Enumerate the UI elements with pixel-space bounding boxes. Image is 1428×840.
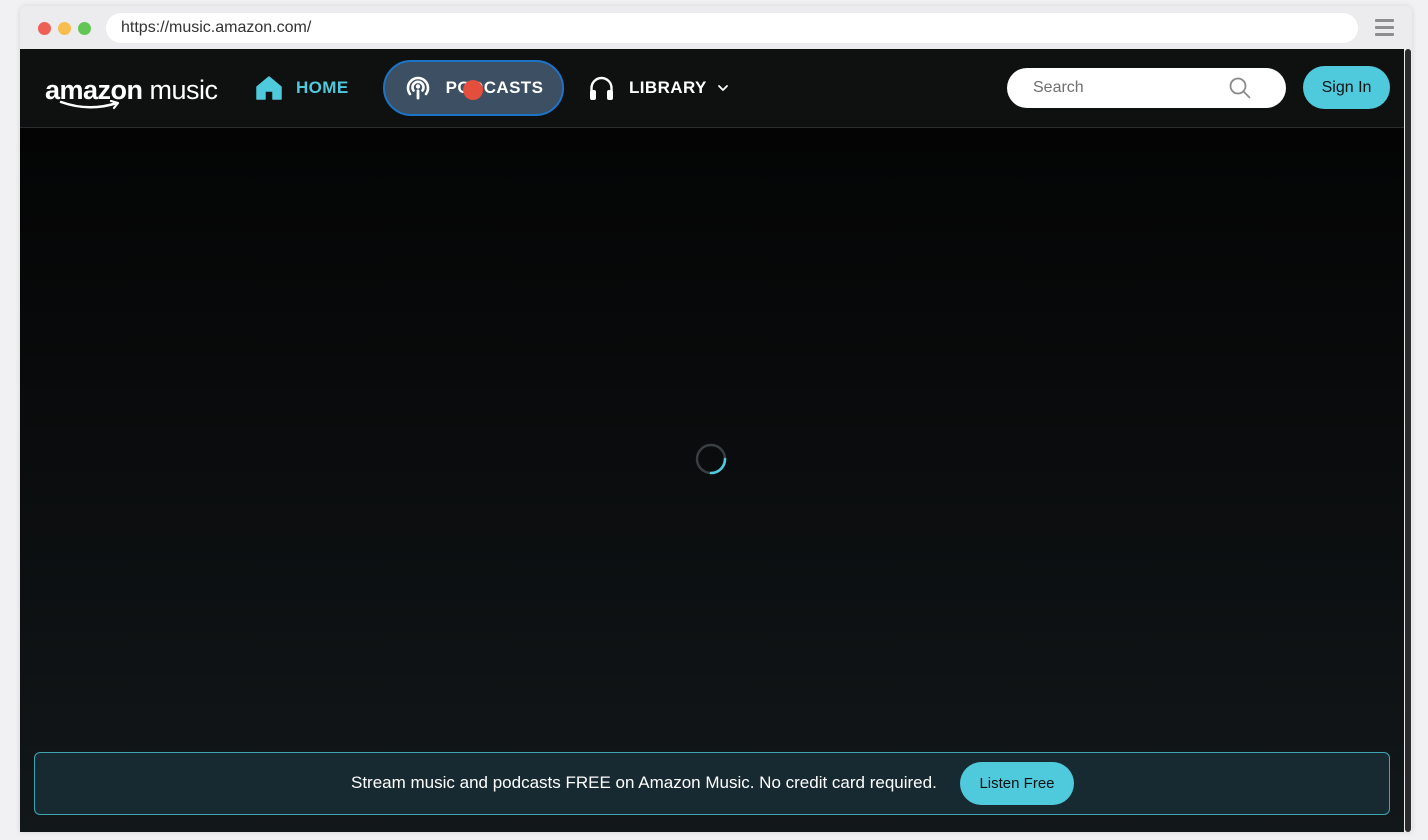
page-content: amazon music HOME PODCASTS LIBRARY Searc… <box>20 49 1404 832</box>
top-navbar: amazon music HOME PODCASTS LIBRARY Searc… <box>20 49 1404 128</box>
promo-banner-text: Stream music and podcasts FREE on Amazon… <box>351 773 937 792</box>
nav-library[interactable]: LIBRARY <box>588 60 729 116</box>
sign-in-button[interactable]: Sign In <box>1303 66 1390 109</box>
nav-home-label: HOME <box>296 78 349 97</box>
click-indicator <box>463 80 483 100</box>
search-box[interactable] <box>1007 68 1286 108</box>
search-input[interactable] <box>1007 68 1227 108</box>
headphones-icon <box>588 75 615 101</box>
search-icon[interactable] <box>1229 77 1251 104</box>
maximize-window-button[interactable] <box>78 22 91 35</box>
minimize-window-button[interactable] <box>58 22 71 35</box>
close-window-button[interactable] <box>38 22 51 35</box>
podcast-icon <box>404 74 432 102</box>
promo-banner: Stream music and podcasts FREE on Amazon… <box>34 752 1390 815</box>
scrollbar-thumb[interactable] <box>1405 49 1411 832</box>
nav-home[interactable]: HOME <box>256 60 349 116</box>
amazon-music-logo[interactable]: amazon music <box>45 75 218 111</box>
spinner-icon <box>694 442 728 476</box>
address-bar[interactable]: https://music.amazon.com/ <box>106 13 1358 43</box>
amazon-smile-icon <box>59 100 120 110</box>
browser-toolbar: https://music.amazon.com/ <box>20 6 1412 49</box>
chevron-down-icon[interactable] <box>717 84 729 92</box>
nav-podcasts-label: PODCASTS <box>445 78 544 97</box>
logo-product-text: music <box>149 75 219 105</box>
browser-window: https://music.amazon.com/ amazon music H… <box>20 6 1412 832</box>
browser-menu-icon[interactable] <box>1375 19 1394 36</box>
listen-free-button[interactable]: Listen Free <box>960 762 1074 805</box>
home-icon <box>256 76 282 100</box>
nav-library-label: LIBRARY <box>629 78 707 97</box>
